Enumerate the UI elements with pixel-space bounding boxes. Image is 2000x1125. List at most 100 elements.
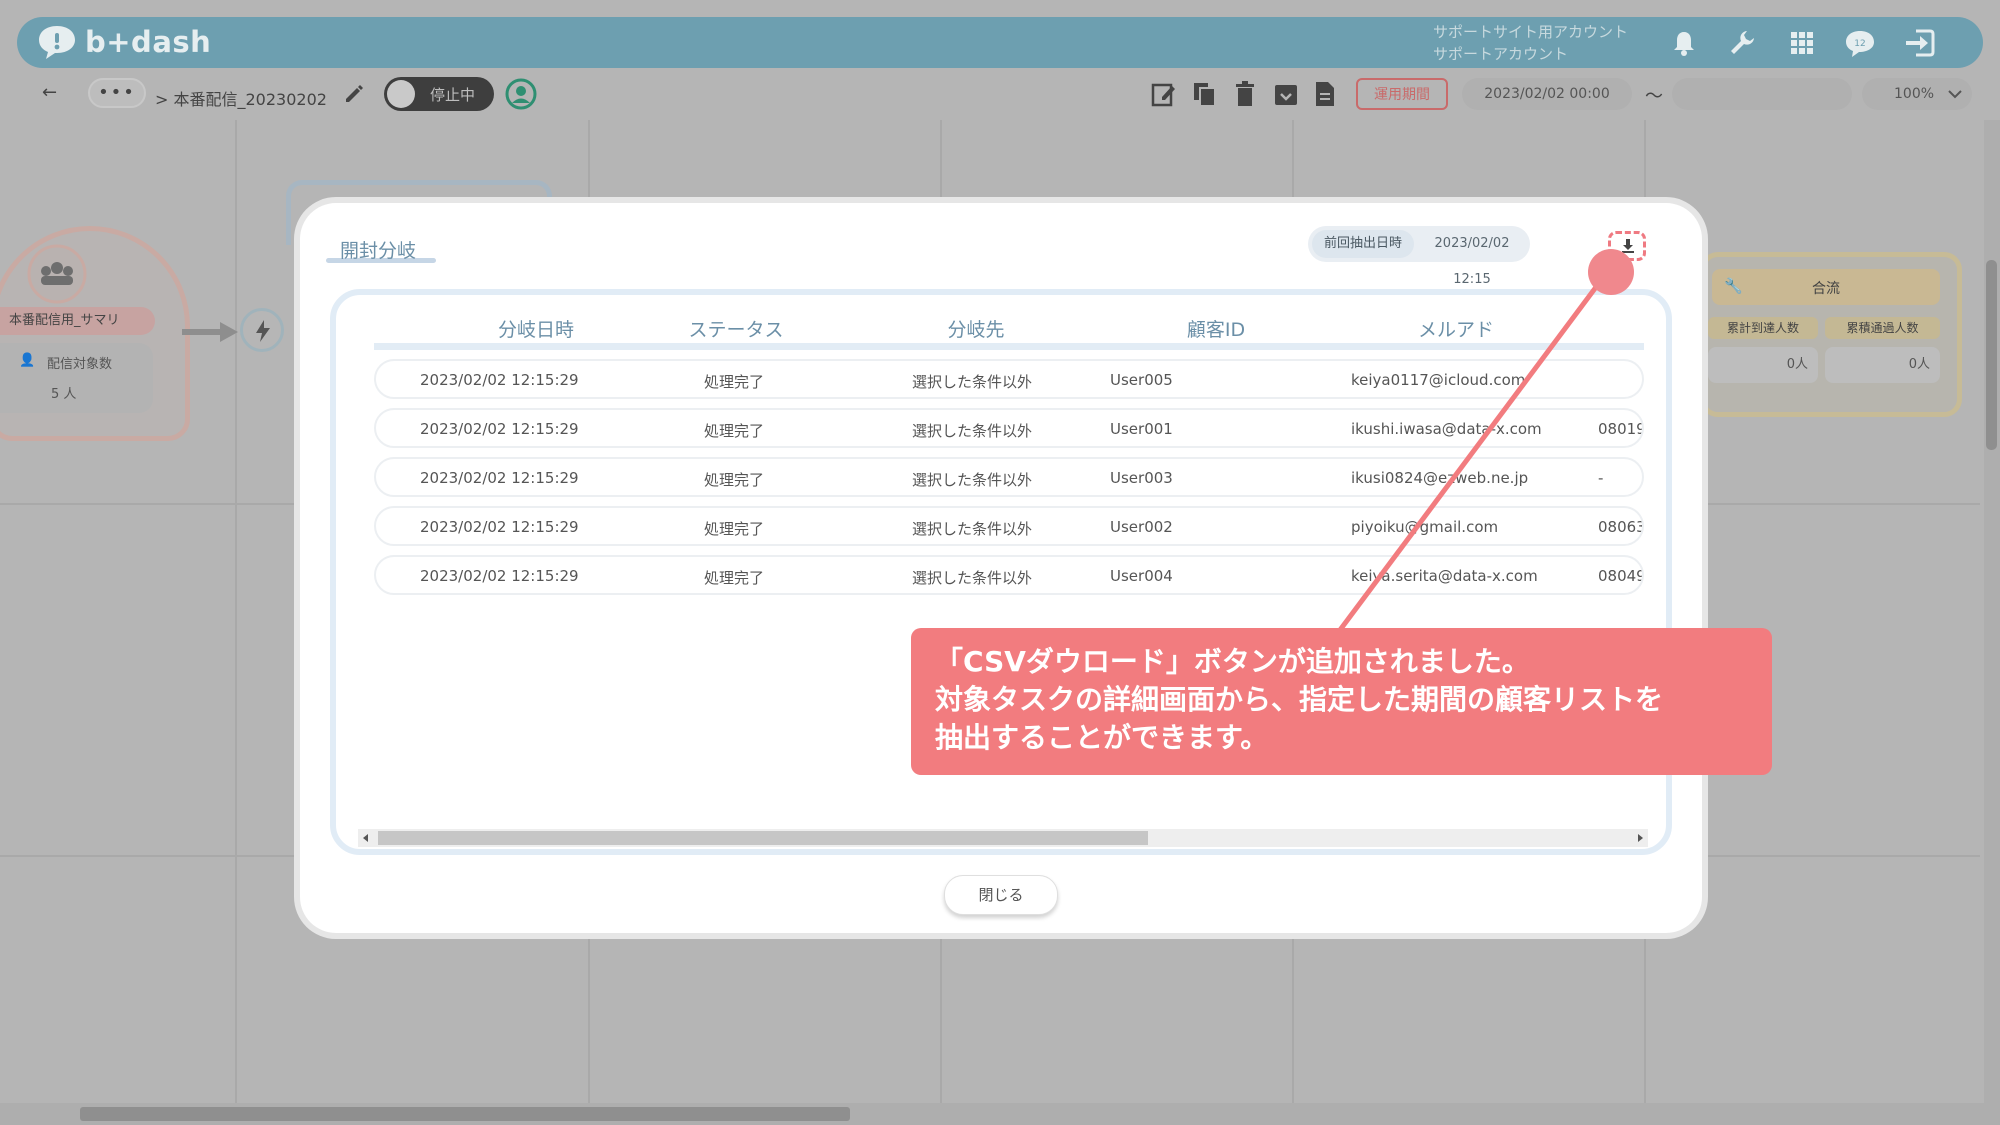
bell-icon[interactable] <box>1667 26 1701 60</box>
table-row[interactable]: 2023/02/02 12:15:29 処理完了 選択した条件以外 User00… <box>374 457 1644 497</box>
join-node[interactable]: 🔧 合流 累計到達人数 累積通過人数 0人 0人 <box>1700 252 1962 417</box>
header-divider <box>374 343 1644 350</box>
last-extract-label: 前回抽出日時 <box>1312 230 1414 258</box>
status-toggle[interactable]: 停止中 <box>384 77 494 111</box>
last-extract-info: 前回抽出日時 2023/02/02 12:15 <box>1308 226 1530 287</box>
chat-icon[interactable]: 12 <box>1843 26 1877 60</box>
cell-branch: 選択した条件以外 <box>912 471 1033 489</box>
copy-icon[interactable] <box>1191 80 1219 108</box>
callout-line-1: 「CSVダウロード」ボタンが追加されました。 <box>935 645 1530 678</box>
apps-icon[interactable] <box>1785 26 1819 60</box>
scroll-right-icon[interactable] <box>1636 834 1644 842</box>
table-row[interactable]: 2023/02/02 12:15:29 処理完了 選択した条件以外 User00… <box>374 555 1644 595</box>
period-label: 運用期間 <box>1356 78 1448 110</box>
page-horizontal-scrollbar[interactable] <box>0 1103 2000 1125</box>
cell-email: keiya0117@icloud.com <box>1351 371 1526 389</box>
summary-node-value: 5 人 <box>51 387 77 402</box>
top-header: b+dash サポートサイト用アカウント サポートアカウント 12 <box>17 17 1983 68</box>
cell-extra: - <box>1598 469 1604 487</box>
zoom-select[interactable]: 100% <box>1862 78 1972 110</box>
callout-line-2: 対象タスクの詳細画面から、指定した期間の顧客リストを <box>935 683 1664 716</box>
join-col1-value: 0人 <box>1708 347 1818 383</box>
period-start[interactable]: 2023/02/02 00:00 <box>1462 78 1632 110</box>
trigger-node[interactable] <box>240 308 284 352</box>
cell-customer-id: User003 <box>1110 469 1173 487</box>
close-button[interactable]: 閉じる <box>944 875 1058 915</box>
account-line-2: サポートアカウント <box>1433 45 1569 63</box>
cell-branch: 選択した条件以外 <box>912 422 1033 440</box>
summary-node-body: 👤 配信対象数 5 人 <box>0 343 153 413</box>
cell-customer-id: User002 <box>1110 518 1173 536</box>
wrench-icon[interactable] <box>1725 26 1759 60</box>
archive-icon[interactable] <box>1272 80 1300 108</box>
cell-date: 2023/02/02 12:15:29 <box>420 371 579 389</box>
summary-node-label: 配信対象数 <box>47 357 113 372</box>
period-separator: 〜 <box>1645 86 1663 107</box>
chevron-down-icon <box>1948 90 1962 99</box>
callout-line-3: 抽出することができます。 <box>935 721 1269 754</box>
join-node-header: 🔧 合流 <box>1712 269 1940 305</box>
period-end[interactable] <box>1672 78 1852 110</box>
cell-date: 2023/02/02 12:15:29 <box>420 518 579 536</box>
branch-detail-modal: 開封分岐 前回抽出日時 2023/02/02 12:15 分岐日時 ステータス … <box>300 203 1702 933</box>
column-header-customer-id: 顧客ID <box>1186 319 1246 341</box>
column-header-status: ステータス <box>688 319 784 341</box>
cell-status: 処理完了 <box>704 471 765 489</box>
callout-text: 「CSVダウロード」ボタンが追加されました。 対象タスクの詳細画面から、指定した… <box>935 643 1663 757</box>
modal-title: 開封分岐 <box>340 240 417 262</box>
breadcrumb[interactable]: > 本番配信_20230202 <box>155 86 327 110</box>
join-col1-label: 累計到達人数 <box>1708 317 1818 339</box>
table-scroll-thumb[interactable] <box>378 831 1148 845</box>
lightning-icon <box>256 320 270 342</box>
grid-line <box>235 120 237 1110</box>
pencil-icon[interactable] <box>343 83 365 105</box>
scroll-thumb[interactable] <box>80 1107 850 1121</box>
cell-customer-id: User005 <box>1110 371 1173 389</box>
logo[interactable]: b+dash <box>37 23 211 61</box>
cell-email: keiya.serita@data-x.com <box>1351 567 1538 585</box>
cell-date: 2023/02/02 12:15:29 <box>420 469 579 487</box>
column-header-date: 分岐日時 <box>497 319 574 341</box>
table-row[interactable]: 2023/02/02 12:15:29 処理完了 選択した条件以外 User00… <box>374 359 1644 399</box>
account-line-1: サポートサイト用アカウント <box>1433 23 1629 41</box>
logout-icon[interactable] <box>1902 26 1936 60</box>
cell-extra: 080193 <box>1598 420 1642 438</box>
annotation-pin <box>1588 249 1634 295</box>
cell-branch: 選択した条件以外 <box>912 373 1033 391</box>
join-node-title: 合流 <box>1812 281 1840 297</box>
scroll-left-icon[interactable] <box>362 834 370 842</box>
toggle-label: 停止中 <box>430 86 476 104</box>
cell-email: ikusi0824@ezweb.ne.jp <box>1351 469 1529 487</box>
cell-status: 処理完了 <box>704 520 765 538</box>
zoom-value: 100% <box>1894 86 1935 102</box>
cell-customer-id: User001 <box>1110 420 1173 438</box>
summary-node[interactable]: 本番配信用_サマリ 👤 配信対象数 5 人 <box>0 226 190 441</box>
document-icon[interactable] <box>1312 80 1338 108</box>
join-col2-value: 0人 <box>1825 347 1940 383</box>
scroll-thumb[interactable] <box>1986 260 1997 450</box>
cell-status: 処理完了 <box>704 422 765 440</box>
cell-date: 2023/02/02 12:15:29 <box>420 567 579 585</box>
person-icon: 👤 <box>19 353 36 368</box>
cell-date: 2023/02/02 12:15:29 <box>420 420 579 438</box>
edit-note-icon[interactable] <box>1150 80 1178 108</box>
back-arrow-icon[interactable]: ← <box>42 82 57 103</box>
table-row[interactable]: 2023/02/02 12:15:29 処理完了 選択した条件以外 User00… <box>374 408 1644 448</box>
cell-status: 処理完了 <box>704 569 765 587</box>
annotation-callout: 「CSVダウロード」ボタンが追加されました。 対象タスクの詳細画面から、指定した… <box>911 628 1772 775</box>
column-header-branch: 分岐先 <box>947 319 1005 341</box>
cell-branch: 選択した条件以外 <box>912 569 1033 587</box>
cell-status: 処理完了 <box>704 373 765 391</box>
cell-extra: 080491 <box>1598 567 1642 585</box>
cell-extra: 080639 <box>1598 518 1642 536</box>
table-row[interactable]: 2023/02/02 12:15:29 処理完了 選択した条件以外 User00… <box>374 506 1644 546</box>
more-options-button[interactable]: ••• <box>88 78 146 108</box>
table-horizontal-scrollbar[interactable] <box>358 829 1648 847</box>
account-info[interactable]: サポートサイト用アカウント サポートアカウント <box>1433 21 1628 65</box>
last-extract-value: 2023/02/02 12:15 <box>1434 236 1510 287</box>
user-avatar-icon[interactable] <box>505 78 537 110</box>
toggle-knob <box>387 80 415 108</box>
page-vertical-scrollbar[interactable] <box>1984 120 2000 1105</box>
trash-icon[interactable] <box>1232 80 1258 108</box>
connector-arrow-icon <box>182 322 238 342</box>
